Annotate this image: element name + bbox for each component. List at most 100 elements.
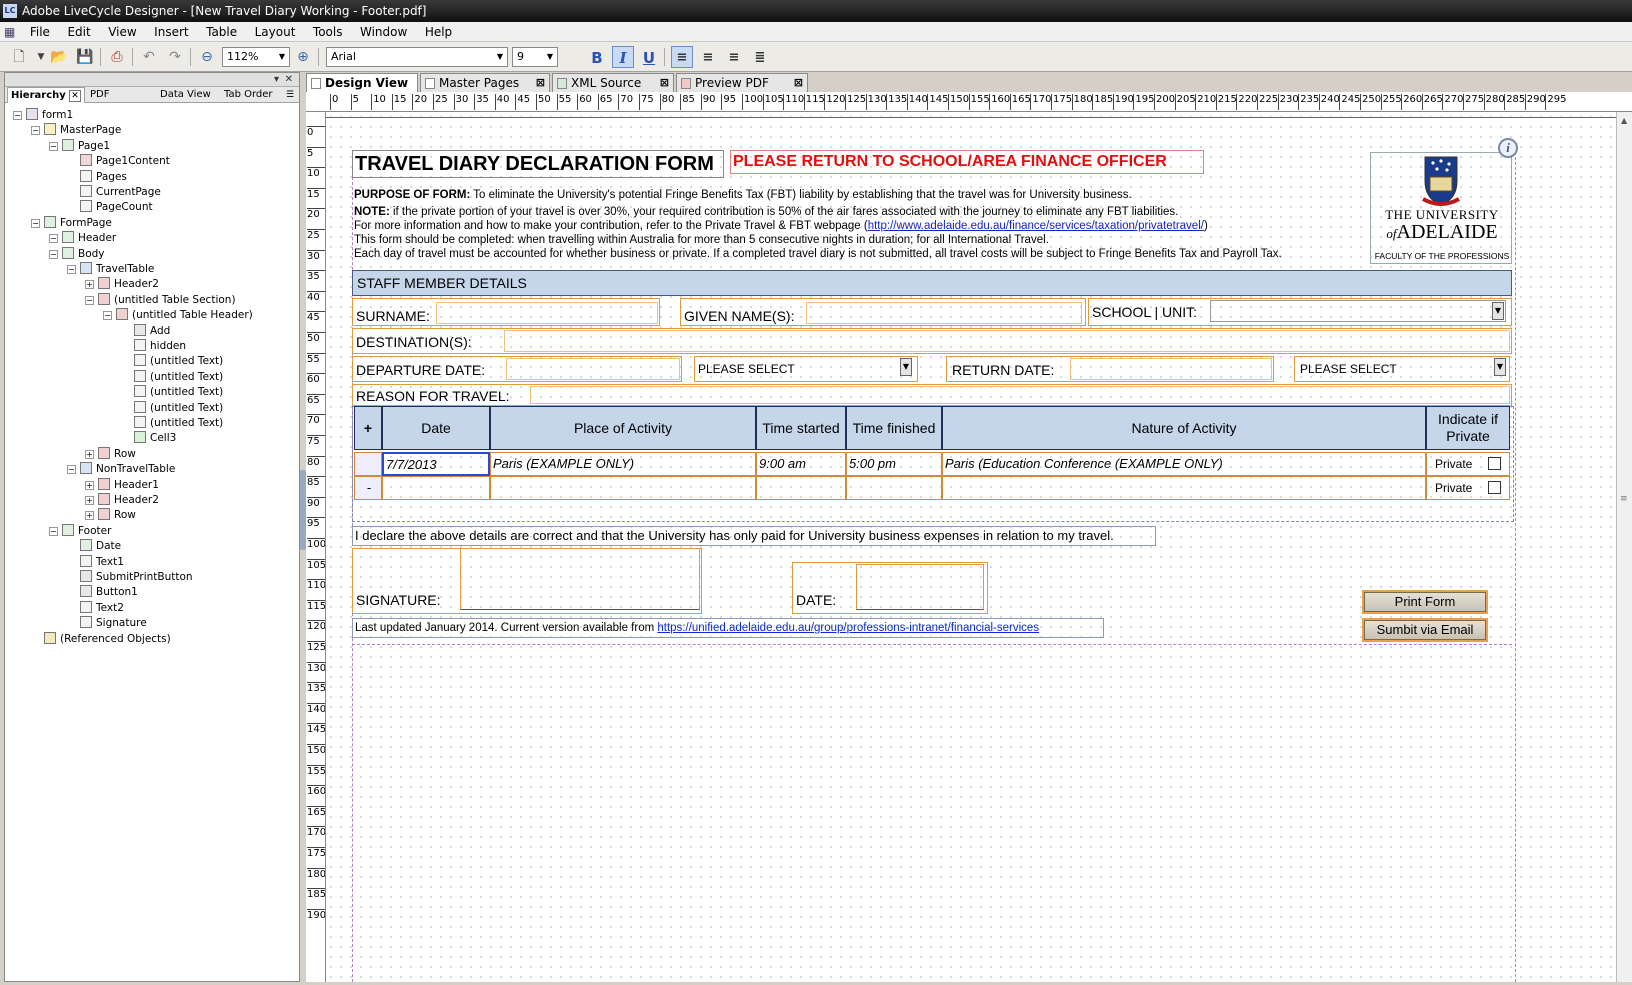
expand-icon[interactable]: +: [85, 280, 94, 290]
vertical-scrollbar[interactable]: ▲ ≡: [1616, 112, 1632, 982]
tree-node[interactable]: − Header: [49, 230, 116, 246]
tree-node[interactable]: − Body: [49, 246, 105, 262]
tree-node[interactable]: − (untitled Table Section): [85, 292, 236, 308]
tab-preview-pdf[interactable]: Preview PDF ⊠: [676, 73, 808, 92]
redo-icon[interactable]: ↷: [164, 46, 186, 68]
tree-node[interactable]: −Pages: [67, 169, 127, 185]
font-size-combo[interactable]: 9 ▼: [512, 47, 558, 67]
tree-node[interactable]: − (untitled Table Header): [103, 307, 253, 323]
zoom-combo[interactable]: 112% ▼: [222, 47, 290, 67]
chevron-down-icon[interactable]: ▼: [1492, 302, 1504, 320]
collapse-icon[interactable]: −: [31, 126, 40, 136]
row-nature-input[interactable]: [942, 476, 1426, 500]
collapse-icon[interactable]: −: [85, 295, 94, 305]
collapse-icon[interactable]: −: [13, 111, 22, 120]
row-nature-input[interactable]: Paris (Education Conference (EXAMPLE ONL…: [942, 452, 1426, 476]
tree-node[interactable]: −(Referenced Objects): [31, 631, 171, 647]
row-place-input[interactable]: Paris (EXAMPLE ONLY): [490, 452, 756, 476]
close-tab-icon[interactable]: ⊠: [660, 74, 669, 92]
given-name-input[interactable]: [806, 302, 1082, 324]
tree-node[interactable]: + Header1: [85, 477, 159, 493]
info-icon[interactable]: i: [1498, 138, 1518, 158]
tree-node[interactable]: −(untitled Text): [121, 384, 223, 400]
open-folder-icon[interactable]: 📂: [48, 46, 70, 68]
design-canvas[interactable]: TRAVEL DIARY DECLARATION FORM PLEASE RET…: [326, 112, 1616, 982]
submit-email-button[interactable]: Sumbit via Email: [1364, 620, 1486, 640]
tree-node[interactable]: + Row: [85, 507, 136, 523]
return-date-input[interactable]: [1070, 358, 1272, 380]
scroll-grip-icon[interactable]: ≡: [1620, 494, 1629, 504]
tree-node[interactable]: −Text2: [67, 600, 124, 616]
add-row-button[interactable]: +: [354, 406, 382, 450]
tree-node[interactable]: − form1: [13, 107, 73, 123]
tab-hierarchy[interactable]: Hierarchy ✕: [7, 87, 85, 103]
close-tab-icon[interactable]: ⊠: [536, 74, 545, 92]
tab-design-view[interactable]: Design View: [306, 73, 418, 92]
align-justify-icon[interactable]: ≣: [749, 46, 771, 68]
tree-node[interactable]: + Header2: [85, 492, 159, 508]
zoom-in-icon[interactable]: ⊕: [292, 46, 314, 68]
tree-node[interactable]: −Signature: [67, 615, 147, 631]
menu-help[interactable]: Help: [418, 22, 459, 42]
close-tab-icon[interactable]: ⊠: [794, 74, 803, 92]
tree-node[interactable]: −Date: [67, 538, 121, 554]
menu-edit[interactable]: Edit: [60, 22, 97, 42]
menu-tools[interactable]: Tools: [306, 22, 350, 42]
expand-icon[interactable]: +: [85, 511, 94, 521]
tree-node[interactable]: −(untitled Text): [121, 369, 223, 385]
row-time-started-input[interactable]: [756, 476, 846, 500]
menu-view[interactable]: View: [101, 22, 143, 42]
row-time-finished-input[interactable]: [846, 476, 942, 500]
departure-date-input[interactable]: [506, 358, 680, 380]
new-document-icon[interactable]: 🗋: [8, 46, 30, 68]
tree-node[interactable]: + Header2: [85, 276, 159, 292]
tree-node[interactable]: −hidden: [121, 338, 186, 354]
tab-xml-source[interactable]: XML Source ⊠: [552, 73, 674, 92]
expand-icon[interactable]: +: [85, 449, 94, 459]
bold-button[interactable]: B: [586, 46, 608, 68]
tree-node[interactable]: −SubmitPrintButton: [67, 569, 193, 585]
tab-overflow-icon[interactable]: ☰: [283, 87, 297, 103]
row-time-started-input[interactable]: 9:00 am: [756, 452, 846, 476]
tab-tab-order[interactable]: Tab Order: [221, 87, 281, 103]
chevron-down-icon[interactable]: ▼: [900, 358, 912, 376]
row-date-input[interactable]: 7/7/2013: [382, 452, 490, 476]
date-input[interactable]: [856, 564, 984, 610]
tree-node[interactable]: + Row: [85, 446, 136, 462]
collapse-icon[interactable]: −: [67, 465, 76, 475]
remove-row-button[interactable]: -: [354, 476, 382, 500]
menu-insert[interactable]: Insert: [147, 22, 195, 42]
tree-node[interactable]: − MasterPage: [31, 122, 121, 138]
chevron-down-icon[interactable]: ▼: [1494, 358, 1506, 376]
menu-file[interactable]: File: [23, 22, 57, 42]
collapse-icon[interactable]: −: [49, 141, 58, 151]
align-right-icon[interactable]: ≡: [723, 46, 745, 68]
surname-input[interactable]: [436, 302, 658, 324]
underline-button[interactable]: U: [638, 46, 660, 68]
align-center-icon[interactable]: ≡: [697, 46, 719, 68]
financial-services-link[interactable]: https://unified.adelaide.edu.au/group/pr…: [657, 622, 1039, 634]
tab-data-view[interactable]: Data View: [157, 87, 219, 103]
collapse-icon[interactable]: −: [67, 265, 76, 274]
tree-node[interactable]: −CurrentPage: [67, 184, 161, 200]
tree-node[interactable]: −(untitled Text): [121, 400, 223, 416]
tree-node[interactable]: −Button1: [67, 584, 138, 600]
tree-node[interactable]: −(untitled Text): [121, 353, 223, 369]
school-unit-dropdown[interactable]: [1210, 300, 1506, 322]
save-icon[interactable]: 💾: [74, 46, 96, 68]
collapse-icon[interactable]: −: [49, 249, 58, 259]
reason-input[interactable]: [530, 386, 1510, 404]
align-left-icon[interactable]: ≡: [671, 46, 693, 68]
tree-node[interactable]: − Footer: [49, 523, 111, 539]
menu-table[interactable]: Table: [199, 22, 244, 42]
collapse-icon[interactable]: −: [49, 526, 58, 536]
menu-window[interactable]: Window: [353, 22, 414, 42]
tree-node[interactable]: −Cell3: [121, 430, 176, 446]
row-private-checkbox[interactable]: [1488, 481, 1501, 494]
tree-node[interactable]: −Text1: [67, 554, 124, 570]
expand-icon[interactable]: +: [85, 480, 94, 490]
scroll-up-icon[interactable]: ▲: [1621, 116, 1627, 125]
destination-input[interactable]: [504, 330, 1510, 352]
collapse-icon[interactable]: −: [103, 311, 112, 321]
panel-menu-icon[interactable]: ▾: [274, 73, 279, 87]
